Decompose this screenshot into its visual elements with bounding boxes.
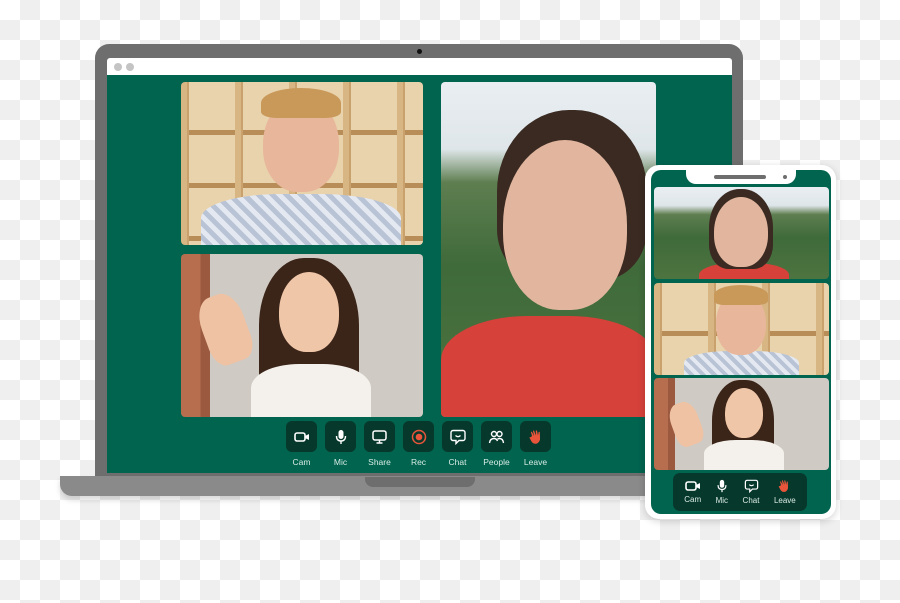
phone-mic-label: Mic <box>715 496 729 505</box>
people-label: People <box>483 457 510 467</box>
phone-chat-button[interactable]: Chat <box>742 479 760 505</box>
laptop-notch <box>365 477 475 487</box>
wave-hand-icon <box>779 480 789 492</box>
phone-cam-label: Cam <box>684 495 702 504</box>
phone-leave-button[interactable]: Leave <box>774 479 796 505</box>
phone-leave-label: Leave <box>773 496 796 505</box>
mic-button[interactable]: Mic <box>325 421 356 467</box>
phone-speaker <box>714 175 766 179</box>
camera-icon <box>293 431 309 442</box>
rec-button[interactable]: Rec <box>403 421 434 467</box>
phone-tile-man[interactable] <box>654 283 829 375</box>
chat-button[interactable]: Chat <box>442 421 473 467</box>
people-button[interactable]: People <box>481 421 512 467</box>
phone-tile-woman-waving[interactable] <box>654 378 829 470</box>
cam-button[interactable]: Cam <box>286 421 317 467</box>
window-dot[interactable] <box>126 63 134 71</box>
phone-cam-button[interactable]: Cam <box>684 480 701 504</box>
browser-title-bar <box>107 58 732 75</box>
leave-button[interactable]: Leave <box>520 421 551 467</box>
share-button[interactable]: Share <box>364 421 395 467</box>
video-tile-man[interactable] <box>181 82 423 245</box>
call-controls-bar: Cam Mic Share Rec Chat People Leave <box>286 421 551 467</box>
phone-call-controls: Cam Mic Chat Leave <box>673 473 807 511</box>
rec-label: Rec <box>410 457 427 467</box>
laptop-camera <box>417 49 422 54</box>
video-tile-woman-forest[interactable] <box>441 82 656 417</box>
microphone-icon <box>717 479 727 493</box>
people-icon <box>488 430 505 443</box>
video-tile-woman-waving[interactable] <box>181 254 423 417</box>
cam-label: Cam <box>292 457 311 467</box>
wave-hand-icon <box>529 429 540 444</box>
chat-icon <box>744 479 758 493</box>
share-label: Share <box>368 457 391 467</box>
camera-icon <box>684 481 700 491</box>
phone-tile-woman-forest[interactable] <box>654 187 829 279</box>
screen-share-icon <box>372 429 387 444</box>
record-icon <box>411 429 426 444</box>
leave-label: Leave <box>523 457 548 467</box>
window-dot[interactable] <box>114 63 122 71</box>
chat-icon <box>449 429 466 445</box>
phone-chat-label: Chat <box>742 496 760 505</box>
microphone-icon <box>335 429 346 444</box>
phone-camera <box>783 175 787 179</box>
phone-mic-button[interactable]: Mic <box>716 479 728 505</box>
chat-label: Chat <box>448 457 467 467</box>
mic-label: Mic <box>333 457 348 467</box>
